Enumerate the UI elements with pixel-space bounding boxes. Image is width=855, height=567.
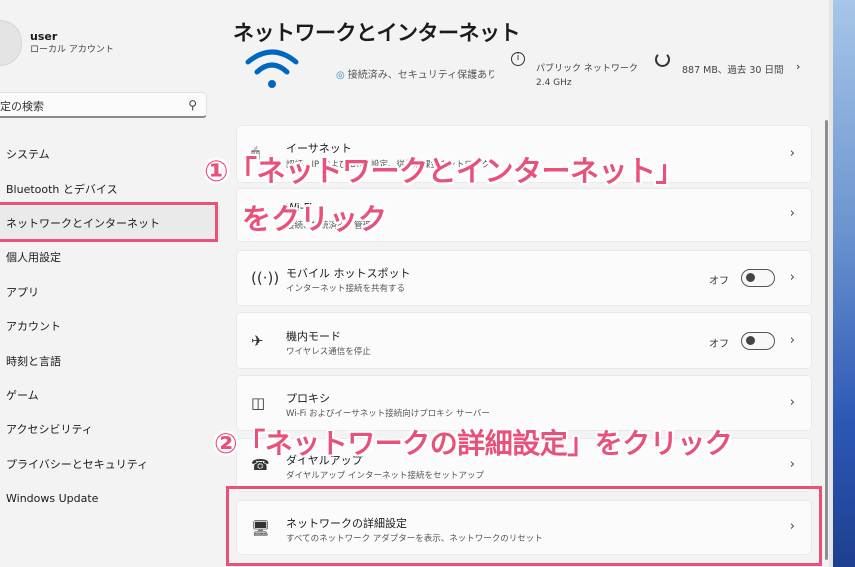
sidebar-item-time-language[interactable]: 時刻と言語 [0,343,220,377]
sidebar-item-accessibility[interactable]: アクセシビリティ [0,412,220,446]
sidebar-item-label: Bluetooth とデバイス [6,182,118,196]
desktop-wallpaper [833,0,855,567]
sidebar-item-label: アクセシビリティ [6,423,93,437]
sidebar-item-privacy[interactable]: プライバシーとセキュリティ [0,447,220,481]
network-name-clipped [336,48,494,60]
sidebar-item-label: 個人用設定 [6,251,61,265]
sidebar-item-label: 時刻と言語 [6,354,61,368]
card-title: モバイル ホットスポット [286,267,411,280]
user-info: user ローカル アカウント [30,29,114,57]
airplane-icon: ✈ [251,332,264,350]
scrollbar[interactable] [825,120,828,560]
network-band: 2.4 GHz [536,78,572,88]
hotspot-icon: ((·)) [251,269,280,287]
sidebar-item-accounts[interactable]: アカウント [0,309,220,343]
highlight-box-network-nav [0,202,218,242]
sidebar-item-label: システム [6,148,50,162]
annotation-step-2: ②「ネットワークの詳細設定」をクリック [214,427,733,460]
hotspot-toggle[interactable] [741,269,775,287]
info-icon[interactable]: i [511,52,525,66]
sidebar-item-label: Windows Update [6,491,99,505]
chevron-right-icon: › [789,457,795,472]
sidebar-item-label: アプリ [6,285,39,299]
card-title: プロキシ [286,392,330,405]
chevron-right-icon: › [789,395,795,410]
sidebar-item-label: ゲーム [6,388,39,402]
card-subtitle: Wi-Fi およびイーサネット接続向けプロキシ サーバー [286,409,490,419]
chevron-right-icon: › [789,333,795,348]
network-status-header: ◎ 接続済み、セキュリティ保護あり i パブリック ネットワーク 2.4 GHz … [236,44,826,102]
card-subtitle: ワイヤレス通信を停止 [286,347,371,357]
network-kind: パブリック ネットワーク 2.4 GHz [536,62,638,90]
chevron-right-icon[interactable]: › [796,60,800,73]
sidebar: user ローカル アカウント 定の検索 ⚲ システム Bluetooth とデ… [0,0,220,567]
settings-search-input[interactable]: 定の検索 ⚲ [0,92,207,118]
user-profile[interactable]: user ローカル アカウント [0,20,114,66]
page-title: ネットワークとインターネット [233,21,521,45]
annotation-step-1-action: をクリック [242,202,388,236]
user-name: user [30,30,58,43]
connection-status: ◎ 接続済み、セキュリティ保護あり [336,66,494,81]
card-airplane-mode[interactable]: ✈ 機内モード ワイヤレス通信を停止 オフ › [236,312,812,369]
sidebar-item-apps[interactable]: アプリ [0,275,220,309]
network-profile: パブリック ネットワーク [536,64,638,74]
search-placeholder: 定の検索 [0,100,44,113]
data-usage[interactable]: 887 MB、過去 30 日間 [682,62,784,76]
wifi-status-icon [245,49,299,88]
globe-icon: ◎ [336,70,345,81]
highlight-box-advanced-settings [226,486,822,566]
sidebar-item-gaming[interactable]: ゲーム [0,378,220,412]
sidebar-item-windows-update[interactable]: Windows Update [0,481,220,515]
sidebar-item-label: プライバシーとセキュリティ [6,457,149,471]
sidebar-nav: システム Bluetooth とデバイス ネットワークとインターネット 個人用設… [0,137,220,515]
sidebar-item-system[interactable]: システム [0,137,220,171]
toggle-knob [746,273,755,282]
search-icon[interactable]: ⚲ [188,98,197,112]
card-subtitle: インターネット接続を共有する [286,284,406,294]
toggle-state-label: オフ [709,276,729,287]
connection-status-text: 接続済み、セキュリティ保護あり [347,70,494,81]
sidebar-item-bluetooth[interactable]: Bluetooth とデバイス [0,171,220,205]
annotation-step-1: ①「ネットワークとインターネット」 [204,154,685,188]
data-usage-icon[interactable] [655,52,670,67]
toggle-knob [746,336,755,345]
chevron-right-icon: › [789,146,795,161]
chevron-right-icon: › [789,206,795,221]
card-title: 機内モード [286,330,341,343]
proxy-icon: ◫ [251,394,266,412]
card-subtitle: ダイヤルアップ インターネット接続をセットアップ [286,471,484,481]
airplane-mode-toggle[interactable] [741,332,775,350]
sidebar-item-personalization[interactable]: 個人用設定 [0,240,220,274]
toggle-state-label: オフ [709,339,729,350]
chevron-right-icon: › [789,270,795,285]
avatar [0,20,22,66]
card-mobile-hotspot[interactable]: ((·)) モバイル ホットスポット インターネット接続を共有する オフ › [236,250,812,306]
sidebar-item-label: アカウント [6,320,61,334]
account-type: ローカル アカウント [30,45,114,55]
